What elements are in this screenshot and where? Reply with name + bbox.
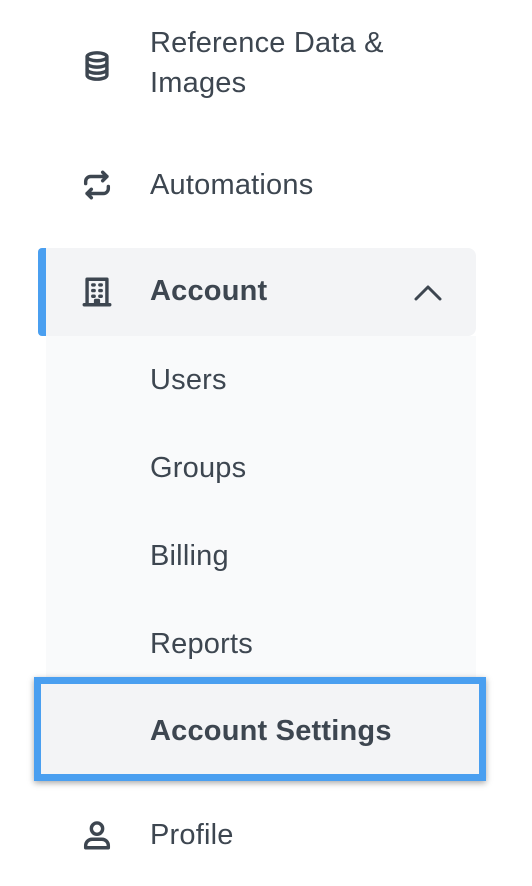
repeat-icon (79, 167, 115, 203)
submenu-item-billing[interactable]: Billing (46, 512, 476, 600)
sidebar-item-account[interactable]: Account (46, 248, 476, 336)
database-icon (79, 48, 115, 84)
submenu-item-users[interactable]: Users (46, 336, 476, 424)
submenu-item-groups[interactable]: Groups (46, 424, 476, 512)
active-indicator (38, 248, 46, 336)
chevron-up-icon[interactable] (412, 278, 444, 306)
submenu-item-label: Groups (150, 452, 247, 484)
sidebar-item-label: Automations (150, 169, 314, 201)
submenu-item-label: Reports (150, 628, 253, 660)
sidebar-item-automations[interactable]: Automations (46, 150, 476, 220)
submenu-item-reports[interactable]: Reports (46, 600, 476, 688)
user-icon (79, 817, 115, 853)
submenu-item-label: Billing (150, 540, 229, 572)
sidebar-item-label: Reference Data & Images (150, 27, 384, 99)
sidebar-item-label: Profile (150, 819, 234, 851)
sidebar-nav: Reference Data & Images Automations Acco… (0, 0, 532, 886)
submenu-item-label: Account Settings (150, 715, 392, 747)
submenu-item-account-settings[interactable]: Account Settings (34, 677, 486, 781)
submenu-item-label: Users (150, 364, 227, 396)
sidebar-item-reference-data[interactable]: Reference Data & Images (46, 20, 476, 110)
sidebar-item-profile[interactable]: Profile (46, 800, 476, 870)
building-icon (79, 274, 115, 310)
sidebar-item-label: Account (150, 275, 268, 307)
